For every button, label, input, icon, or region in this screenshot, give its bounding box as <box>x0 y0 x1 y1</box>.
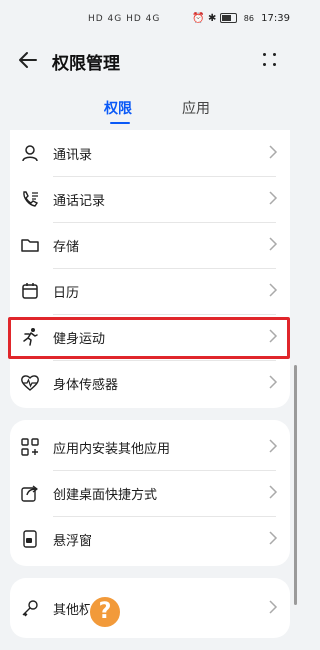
battery-level: 86 <box>243 14 254 23</box>
more-options-button[interactable] <box>260 50 280 70</box>
chevron-right-icon <box>269 485 278 499</box>
apps-grid-icon <box>21 438 39 456</box>
row-label: 存储 <box>53 240 80 255</box>
back-arrow-icon <box>19 52 37 68</box>
status-bar: HD 4G HD 4G ⏰ ✱ 86 17:39 <box>0 0 300 40</box>
chevron-right-icon <box>269 375 278 389</box>
signal-indicators: HD 4G HD 4G <box>88 14 161 24</box>
back-button[interactable] <box>16 48 40 72</box>
row-desktop-shortcut[interactable]: 创建桌面快捷方式 <box>10 470 290 516</box>
row-label: 日历 <box>53 286 80 301</box>
fitness-highlight-box <box>8 317 290 359</box>
clock: 17:39 <box>261 13 290 24</box>
status-right: ⏰ ✱ 86 17:39 <box>192 13 290 24</box>
chevron-right-icon <box>269 191 278 205</box>
chevron-right-icon <box>269 439 278 453</box>
permission-group-1: 通讯录 通话记录 存储 日历 健身运动 身体传感器 <box>10 130 290 408</box>
row-label: 悬浮窗 <box>53 534 93 549</box>
scrollbar[interactable] <box>294 365 297 605</box>
row-install-apps[interactable]: 应用内安装其他应用 <box>10 424 290 470</box>
folder-icon <box>21 239 39 252</box>
header: 权限管理 <box>0 40 300 80</box>
row-body-sensors[interactable]: 身体传感器 <box>10 360 290 406</box>
chevron-right-icon <box>269 145 278 159</box>
chevron-right-icon <box>269 600 278 614</box>
tab-bar: 权限 应用 <box>0 92 300 128</box>
row-call-log[interactable]: 通话记录 <box>10 176 290 222</box>
row-other-permissions[interactable]: 其他权限 <box>10 585 290 631</box>
key-icon <box>22 600 38 617</box>
row-contacts[interactable]: 通讯录 <box>10 130 290 176</box>
call-log-icon <box>23 191 39 207</box>
chevron-right-icon <box>269 237 278 251</box>
row-floating-window[interactable]: 悬浮窗 <box>10 516 290 562</box>
active-tab-indicator <box>110 122 130 124</box>
tab-apps[interactable]: 应用 <box>182 98 210 118</box>
heart-rate-icon <box>21 375 39 391</box>
row-label: 应用内安装其他应用 <box>53 442 171 457</box>
bluetooth-icon: ✱ <box>208 13 217 24</box>
battery-icon <box>219 13 237 23</box>
contact-icon <box>22 145 38 162</box>
floating-window-icon <box>23 530 37 548</box>
alarm-icon: ⏰ <box>192 13 205 24</box>
permission-group-3: 其他权限 <box>10 578 290 638</box>
row-calendar[interactable]: 日历 <box>10 268 290 314</box>
row-label: 身体传感器 <box>53 378 119 393</box>
row-label: 通讯录 <box>53 148 93 163</box>
row-storage[interactable]: 存储 <box>10 222 290 268</box>
shortcut-icon <box>21 485 38 502</box>
row-label: 创建桌面快捷方式 <box>53 488 158 503</box>
chevron-right-icon <box>269 283 278 297</box>
permission-group-2: 应用内安装其他应用 创建桌面快捷方式 悬浮窗 <box>10 420 290 566</box>
page-title: 权限管理 <box>52 54 120 74</box>
help-question-icon[interactable]: ? <box>88 595 122 629</box>
row-label: 通话记录 <box>53 194 106 209</box>
calendar-icon <box>22 283 38 299</box>
tab-permissions[interactable]: 权限 <box>104 98 132 118</box>
chevron-right-icon <box>269 531 278 545</box>
